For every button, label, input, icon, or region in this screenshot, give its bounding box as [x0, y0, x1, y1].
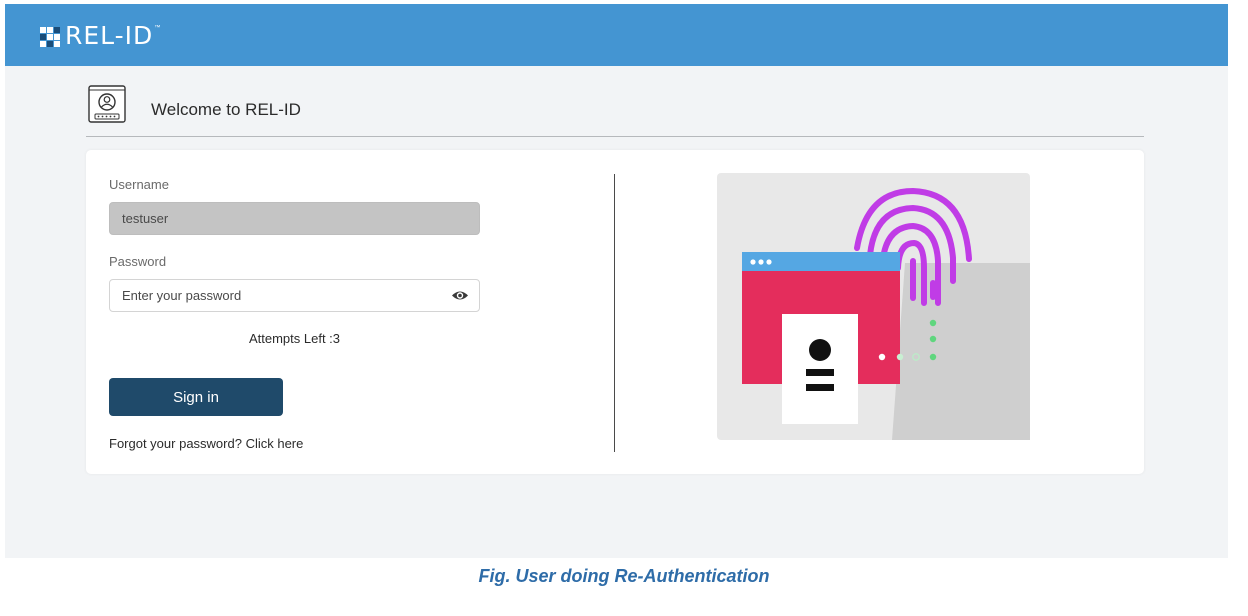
figure-caption: Fig. User doing Re-Authentication: [478, 566, 770, 586]
attempts-left-text: Attempts Left :3: [248, 331, 341, 346]
app-window: REL-ID ™ Welcome to REL-ID Username test…: [5, 4, 1228, 558]
eye-icon[interactable]: [451, 289, 469, 302]
divider: [614, 174, 615, 452]
username-label: Username: [109, 177, 169, 192]
page-title: Welcome to REL-ID: [151, 100, 301, 119]
user-badge-icon: [88, 85, 126, 123]
top-bar: REL-ID ™: [5, 4, 1228, 66]
password-field-wrapper: [109, 279, 480, 312]
fingerprint-illustration: [717, 173, 1030, 440]
logo: REL-ID ™: [40, 21, 160, 51]
username-field: testuser: [109, 202, 480, 235]
login-card: Username testuser Password Attempts Left…: [86, 150, 1144, 474]
forgot-password-link[interactable]: Forgot your password? Click here: [109, 436, 303, 451]
logo-text: REL-ID: [65, 21, 154, 50]
logo-trademark: ™: [154, 25, 161, 31]
sign-in-button[interactable]: Sign in: [109, 378, 283, 416]
welcome-header: Welcome to REL-ID: [86, 83, 1144, 137]
logo-mark-icon: [40, 27, 60, 47]
password-label: Password: [109, 254, 167, 269]
password-input[interactable]: [110, 280, 440, 311]
